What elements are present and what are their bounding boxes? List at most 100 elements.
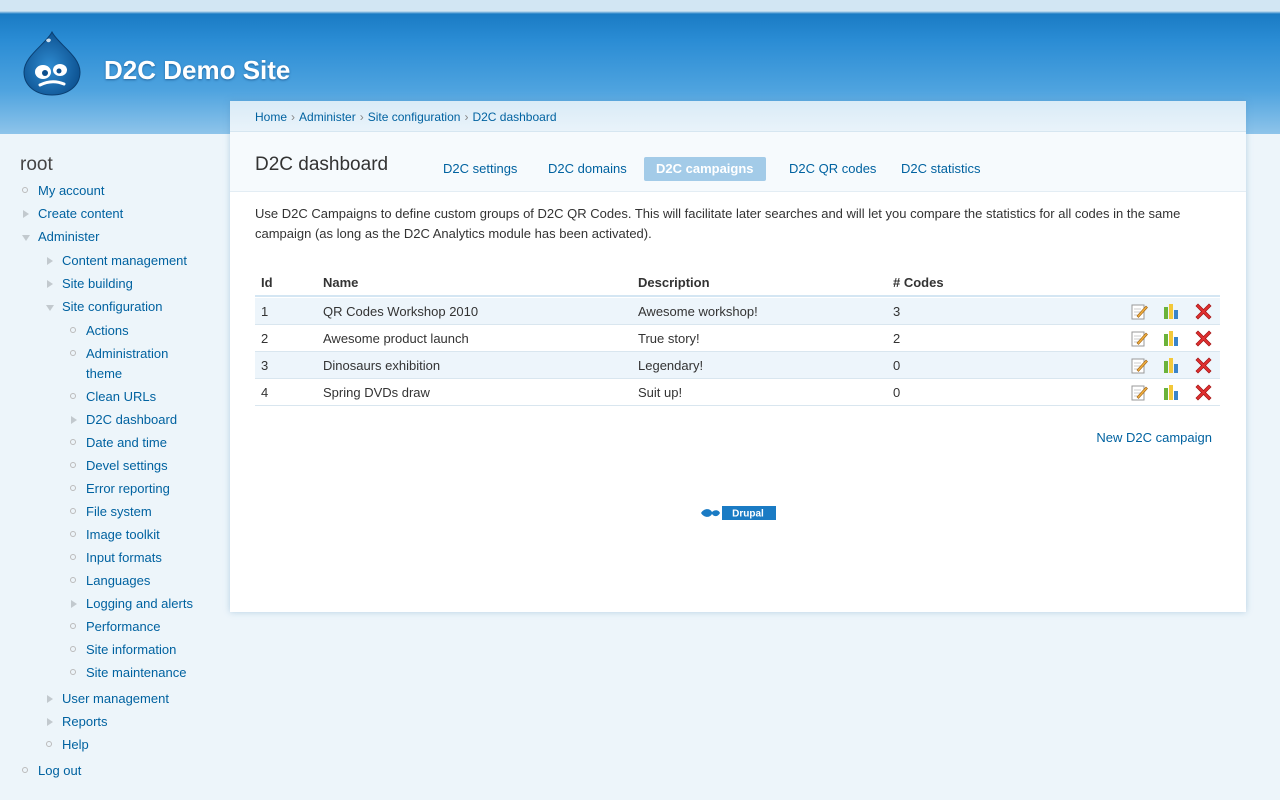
main-content: Home › Administer › Site configuration › D2C d… — [230, 101, 1246, 612]
sidebar-item-administration-theme[interactable]: Administration theme — [86, 344, 196, 384]
column-header-id[interactable]: Id — [261, 275, 273, 290]
stats-icon[interactable] — [1163, 330, 1180, 347]
sidebar-username: root — [20, 154, 53, 175]
breadcrumb-separator: › — [359, 110, 364, 124]
table-row: 1 QR Codes Workshop 2010 Awesome worksho… — [255, 298, 1220, 325]
bullet-icon — [70, 623, 76, 629]
stats-icon[interactable] — [1163, 357, 1180, 374]
cell-description: True story! — [638, 331, 700, 346]
sidebar: root My account Create content Administe… — [0, 134, 228, 800]
bullet-icon — [70, 462, 76, 468]
sidebar-item-image-toolkit[interactable]: Image toolkit — [86, 525, 160, 545]
sidebar-item-logging-and-alerts[interactable]: Logging and alerts — [86, 594, 193, 614]
bullet-icon — [70, 577, 76, 583]
edit-icon[interactable] — [1131, 330, 1148, 347]
collapsed-arrow-icon — [47, 718, 53, 726]
cell-description: Legendary! — [638, 358, 704, 373]
tab-d2c-qr-codes[interactable]: D2C QR codes — [777, 157, 888, 181]
delete-icon[interactable] — [1195, 330, 1212, 347]
edit-icon[interactable] — [1131, 303, 1148, 320]
sidebar-item-input-formats[interactable]: Input formats — [86, 548, 162, 568]
bullet-icon — [70, 646, 76, 652]
cell-id: 3 — [261, 358, 269, 373]
bullet-icon — [70, 669, 76, 675]
cell-codes: 0 — [893, 385, 901, 400]
tab-d2c-settings[interactable]: D2C settings — [431, 157, 529, 181]
delete-icon[interactable] — [1195, 357, 1212, 374]
sidebar-item-devel-settings[interactable]: Devel settings — [86, 456, 168, 476]
drupal-logo-icon[interactable] — [22, 30, 82, 96]
sidebar-item-reports[interactable]: Reports — [62, 712, 108, 732]
cell-codes: 2 — [893, 331, 901, 346]
sidebar-item-languages[interactable]: Languages — [86, 571, 150, 591]
sidebar-item-date-and-time[interactable]: Date and time — [86, 433, 167, 453]
breadcrumb-home[interactable]: Home — [255, 110, 287, 124]
edit-icon[interactable] — [1131, 384, 1148, 401]
collapsed-arrow-icon — [71, 416, 77, 424]
sidebar-item-file-system[interactable]: File system — [86, 502, 152, 522]
cell-id: 1 — [261, 304, 269, 319]
table-row: 3 Dinosaurs exhibition Legendary! 0 — [255, 352, 1220, 379]
collapsed-arrow-icon — [47, 280, 53, 288]
cell-name: Awesome product launch — [323, 331, 469, 346]
breadcrumb-d2c-dashboard[interactable]: D2C dashboard — [472, 110, 556, 124]
delete-icon[interactable] — [1195, 384, 1212, 401]
bullet-icon — [70, 393, 76, 399]
sidebar-item-clean-urls[interactable]: Clean URLs — [86, 387, 156, 407]
sidebar-item-create-content[interactable]: Create content — [38, 204, 123, 224]
breadcrumb: Home › Administer › Site configuration › D2C d… — [255, 110, 557, 124]
cell-codes: 3 — [893, 304, 901, 319]
sidebar-item-site-configuration[interactable]: Site configuration — [62, 297, 162, 317]
stats-icon[interactable] — [1163, 303, 1180, 320]
expanded-arrow-icon — [22, 235, 30, 241]
collapsed-arrow-icon — [23, 210, 29, 218]
sidebar-item-administer[interactable]: Administer — [38, 227, 99, 247]
sidebar-item-log-out[interactable]: Log out — [38, 761, 81, 781]
breadcrumb-site-configuration[interactable]: Site configuration — [368, 110, 461, 124]
cell-description: Awesome workshop! — [638, 304, 758, 319]
column-header-name[interactable]: Name — [323, 275, 358, 290]
bullet-icon — [70, 508, 76, 514]
drupal-badge-label: Drupal — [732, 509, 764, 520]
delete-icon[interactable] — [1195, 303, 1212, 320]
sidebar-item-my-account[interactable]: My account — [38, 181, 104, 201]
bullet-icon — [70, 327, 76, 333]
sidebar-item-performance[interactable]: Performance — [86, 617, 160, 637]
collapsed-arrow-icon — [47, 257, 53, 265]
new-campaign-link[interactable]: New D2C campaign — [1096, 430, 1212, 445]
collapsed-arrow-icon — [47, 695, 53, 703]
tab-d2c-campaigns[interactable]: D2C campaigns — [644, 157, 766, 181]
column-header-description[interactable]: Description — [638, 275, 710, 290]
sidebar-item-error-reporting[interactable]: Error reporting — [86, 479, 170, 499]
expanded-arrow-icon — [46, 305, 54, 311]
sidebar-item-actions[interactable]: Actions — [86, 321, 129, 341]
tab-d2c-statistics[interactable]: D2C statistics — [889, 157, 992, 181]
sidebar-item-d2c-dashboard[interactable]: D2C dashboard — [86, 410, 177, 430]
site-name[interactable]: D2C Demo Site — [104, 55, 290, 86]
edit-icon[interactable] — [1131, 357, 1148, 374]
bullet-icon — [22, 767, 28, 773]
sidebar-item-help[interactable]: Help — [62, 735, 89, 755]
powered-by-drupal-badge[interactable]: Drupal — [698, 506, 776, 520]
cell-name: Spring DVDs draw — [323, 385, 430, 400]
column-header-codes[interactable]: # Codes — [893, 275, 944, 290]
bullet-icon — [22, 187, 28, 193]
cell-id: 4 — [261, 385, 269, 400]
cell-id: 2 — [261, 331, 269, 346]
table-header: Id Name Description # Codes — [255, 271, 1220, 297]
sidebar-item-content-management[interactable]: Content management — [62, 251, 187, 271]
bullet-icon — [70, 531, 76, 537]
bullet-icon — [46, 741, 52, 747]
breadcrumb-separator: › — [464, 110, 469, 124]
stats-icon[interactable] — [1163, 384, 1180, 401]
sidebar-item-user-management[interactable]: User management — [62, 689, 169, 709]
tab-d2c-domains[interactable]: D2C domains — [536, 157, 639, 181]
title-bar: D2C dashboard D2C settings D2C domains D… — [230, 132, 1246, 192]
table-row: 2 Awesome product launch True story! 2 — [255, 325, 1220, 352]
cell-name: QR Codes Workshop 2010 — [323, 304, 479, 319]
sidebar-item-site-information[interactable]: Site information — [86, 640, 176, 660]
sidebar-item-site-building[interactable]: Site building — [62, 274, 133, 294]
sidebar-item-site-maintenance[interactable]: Site maintenance — [86, 663, 186, 683]
page-title: D2C dashboard — [255, 154, 389, 175]
breadcrumb-administer[interactable]: Administer — [299, 110, 356, 124]
